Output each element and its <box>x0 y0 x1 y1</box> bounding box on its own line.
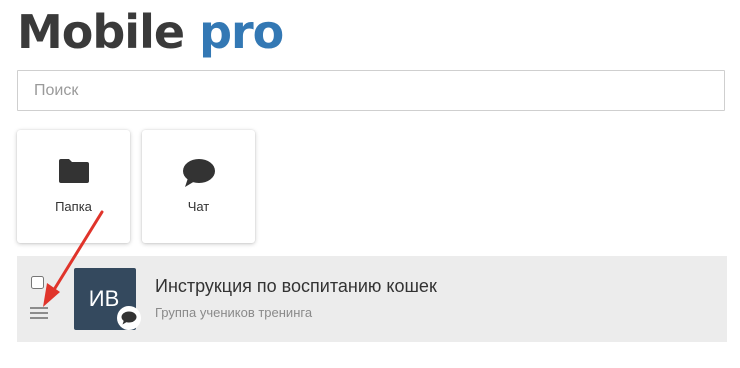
item-checkbox[interactable] <box>31 276 44 289</box>
item-title[interactable]: Инструкция по воспитанию кошек <box>155 276 437 297</box>
app-title: Mobile pro <box>17 2 284 62</box>
folder-tile-label: Папка <box>55 199 92 214</box>
app-title-accent: pro <box>199 5 284 59</box>
item-subtitle: Группа учеников тренинга <box>155 305 313 320</box>
chat-tile[interactable]: Чат <box>142 130 255 243</box>
chat-badge-icon <box>117 306 141 330</box>
folder-icon <box>17 158 130 188</box>
folder-tile[interactable]: Папка <box>17 130 130 243</box>
page: Mobile pro Папка Чат ИВ <box>0 0 740 368</box>
app-title-main: Mobile <box>17 5 185 59</box>
search-input[interactable] <box>17 70 725 111</box>
list-item[interactable]: ИВ Инструкция по воспитанию кошек Группа… <box>17 256 727 342</box>
chat-tile-label: Чат <box>187 199 210 214</box>
chat-bubble-icon <box>142 158 255 188</box>
drag-handle-icon[interactable] <box>30 307 48 321</box>
